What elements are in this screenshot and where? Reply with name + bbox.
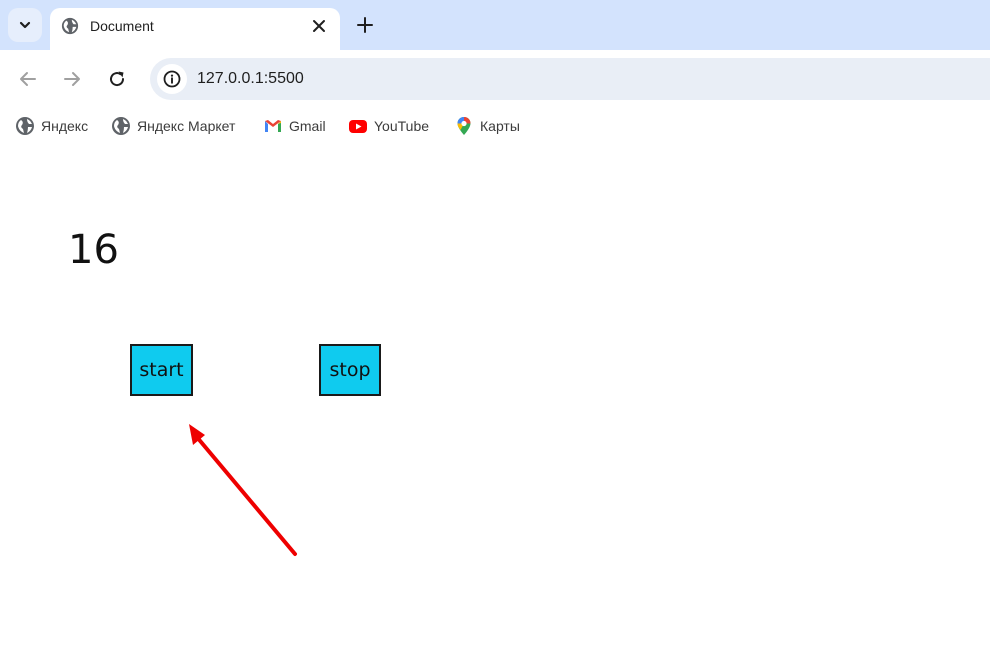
browser-window: Document 127.0.0.1:5500 Яндекс Яндекс Ма…	[0, 0, 990, 645]
reload-icon[interactable]	[106, 68, 128, 90]
back-arrow-icon[interactable]	[17, 68, 39, 90]
chevron-down-icon	[19, 21, 31, 29]
page-content: 16 start stop	[0, 144, 990, 645]
bookmark-label: YouTube	[374, 118, 430, 134]
counter-value: 16	[68, 227, 119, 273]
bookmark-label: Яндекс	[41, 118, 89, 134]
gmail-icon	[265, 120, 281, 132]
new-tab-plus-icon[interactable]	[355, 15, 375, 35]
bookmark-gmail[interactable]: Gmail	[263, 116, 326, 136]
stop-button[interactable]: stop	[319, 344, 381, 396]
bookmark-label: Яндекс Маркет	[137, 118, 236, 134]
bookmark-maps[interactable]: Карты	[454, 116, 520, 136]
tab-strip: Document	[0, 0, 990, 50]
forward-arrow-icon[interactable]	[61, 68, 83, 90]
tab-document[interactable]: Document	[50, 8, 340, 50]
globe-icon	[16, 117, 34, 135]
bookmark-label: Карты	[480, 118, 520, 134]
close-icon[interactable]	[310, 17, 328, 35]
start-button[interactable]: start	[130, 344, 193, 396]
bookmark-label: Gmail	[289, 118, 326, 134]
site-info-button[interactable]	[157, 64, 187, 94]
youtube-icon	[349, 120, 367, 133]
url-text: 127.0.0.1:5500	[197, 70, 304, 87]
info-icon	[163, 70, 181, 88]
toolbar: 127.0.0.1:5500	[0, 50, 990, 108]
bookmark-yandex[interactable]: Яндекс	[15, 116, 88, 136]
bookmark-yandex-market[interactable]: Яндекс Маркет	[111, 116, 235, 136]
maps-pin-icon	[457, 117, 471, 135]
tab-search-button[interactable]	[8, 8, 42, 42]
globe-icon	[112, 117, 130, 135]
tab-title: Document	[90, 18, 154, 34]
bookmark-youtube[interactable]: YouTube	[348, 116, 429, 136]
globe-icon	[61, 17, 79, 35]
address-bar[interactable]: 127.0.0.1:5500	[150, 58, 990, 100]
bookmarks-bar: Яндекс Яндекс Маркет Gmail YouTube Карты	[0, 108, 990, 144]
